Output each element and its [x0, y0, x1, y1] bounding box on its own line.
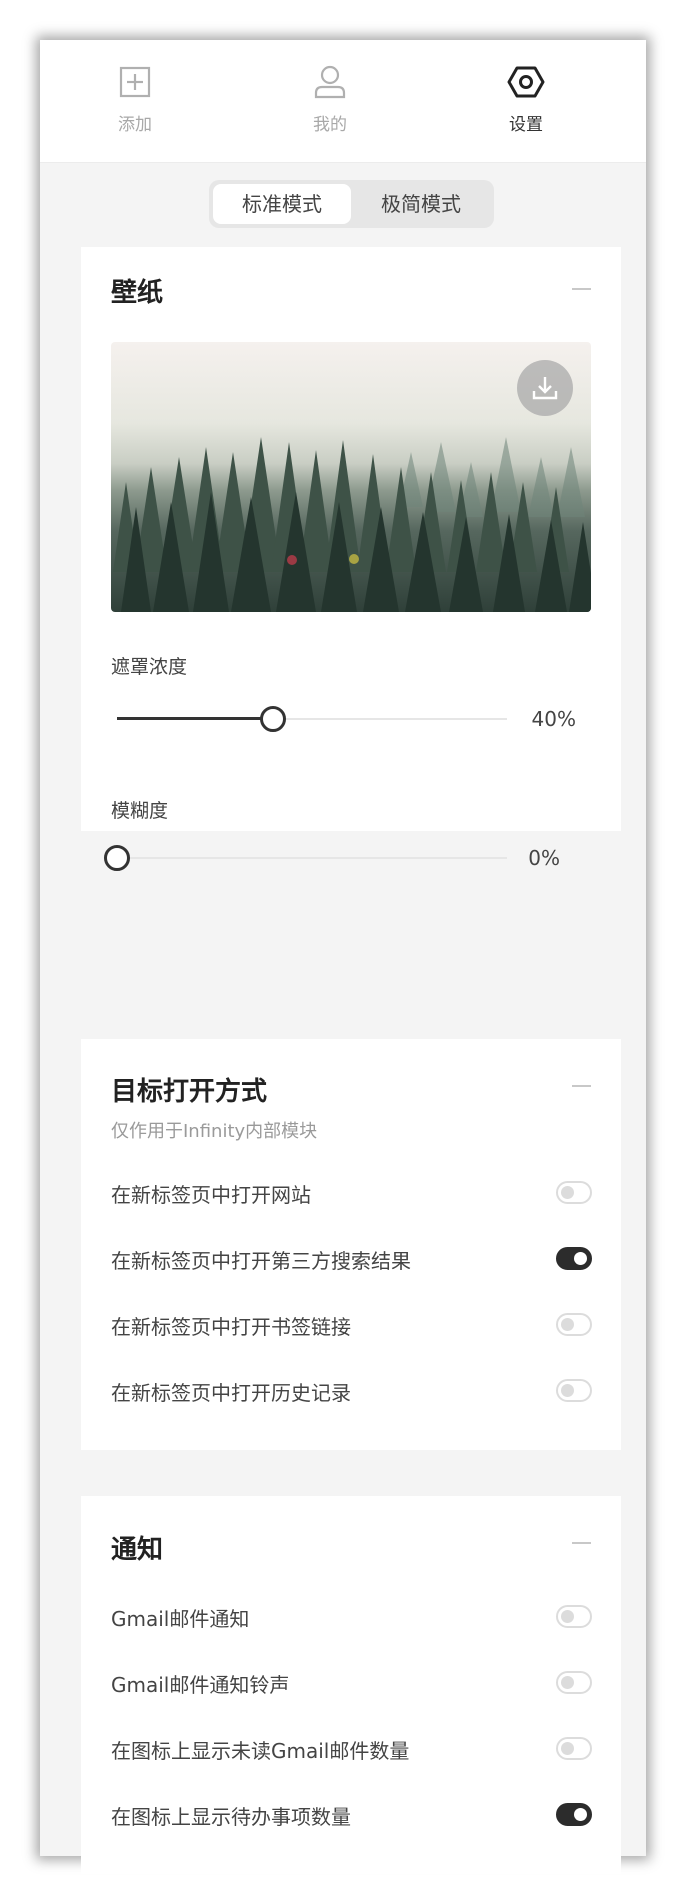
minimal-mode-button[interactable]: 极简模式 [352, 184, 490, 224]
nav-mine-label: 我的 [313, 115, 347, 135]
notify-card: 通知 Gmail邮件通知 Gmail邮件通知铃声 在图标上显示未读Gmail邮件… [81, 1496, 621, 1874]
gmail-notify-label: Gmail邮件通知 [111, 1607, 250, 1631]
slider-track [117, 857, 507, 859]
open-search-results-new-tab-switch[interactable] [556, 1247, 592, 1270]
open-mode-title: 目标打开方式 [111, 1077, 268, 1107]
mask-density-value: 40% [531, 707, 576, 731]
user-icon [314, 65, 346, 99]
gmail-sound-label: Gmail邮件通知铃声 [111, 1673, 290, 1697]
mask-density-label: 遮罩浓度 [111, 656, 188, 678]
download-icon [532, 377, 558, 400]
nav-mine[interactable]: 我的 [270, 62, 390, 142]
settings-panel: 添加 我的 设置 标准模式 极简模式 壁纸 遮罩浓度 40% 模糊度 0% 目标… [40, 40, 646, 1874]
blur-value: 0% [528, 846, 560, 870]
gmail-notify-switch[interactable] [556, 1605, 592, 1628]
nav-settings-label: 设置 [509, 115, 543, 135]
open-mode-card: 目标打开方式 仅作用于Infinity内部模块 在新标签页中打开网站 在新标签页… [81, 1039, 621, 1450]
plus-square-icon [119, 66, 151, 98]
gmail-unread-count-switch[interactable] [556, 1737, 592, 1760]
slider-thumb[interactable] [104, 845, 130, 871]
mode-toggle: 标准模式 极简模式 [209, 180, 494, 228]
top-nav: 添加 我的 设置 [40, 40, 646, 163]
gmail-sound-switch[interactable] [556, 1671, 592, 1694]
slider-thumb[interactable] [260, 706, 286, 732]
todo-count-switch[interactable] [556, 1803, 592, 1826]
wallpaper-card: 壁纸 遮罩浓度 40% 模糊度 [81, 247, 621, 831]
open-history-new-tab-label: 在新标签页中打开历史记录 [111, 1381, 351, 1405]
open-website-new-tab-label: 在新标签页中打开网站 [111, 1183, 311, 1207]
open-bookmarks-new-tab-switch[interactable] [556, 1313, 592, 1336]
hexagon-settings-icon [507, 66, 545, 98]
notify-title: 通知 [111, 1535, 164, 1565]
nav-add[interactable]: 添加 [75, 62, 195, 142]
todo-count-label: 在图标上显示待办事项数量 [111, 1805, 351, 1829]
blur-slider[interactable] [104, 844, 507, 874]
nav-settings[interactable]: 设置 [466, 62, 586, 142]
wallpaper-collapse-icon[interactable] [572, 288, 591, 290]
nav-add-label: 添加 [118, 115, 152, 135]
open-mode-collapse-icon[interactable] [572, 1085, 591, 1087]
wallpaper-preview[interactable] [111, 342, 591, 612]
open-mode-subtitle: 仅作用于Infinity内部模块 [111, 1121, 318, 1142]
open-search-results-new-tab-label: 在新标签页中打开第三方搜索结果 [111, 1249, 411, 1273]
gmail-unread-count-label: 在图标上显示未读Gmail邮件数量 [111, 1739, 410, 1763]
slider-fill [117, 717, 273, 720]
notify-collapse-icon[interactable] [572, 1542, 591, 1544]
wallpaper-title: 壁纸 [111, 278, 164, 308]
mask-density-slider[interactable] [117, 705, 507, 735]
open-history-new-tab-switch[interactable] [556, 1379, 592, 1402]
open-bookmarks-new-tab-label: 在新标签页中打开书签链接 [111, 1315, 351, 1339]
blur-label: 模糊度 [111, 800, 169, 822]
download-wallpaper-button[interactable] [517, 360, 573, 416]
open-website-new-tab-switch[interactable] [556, 1181, 592, 1204]
standard-mode-button[interactable]: 标准模式 [213, 184, 351, 224]
